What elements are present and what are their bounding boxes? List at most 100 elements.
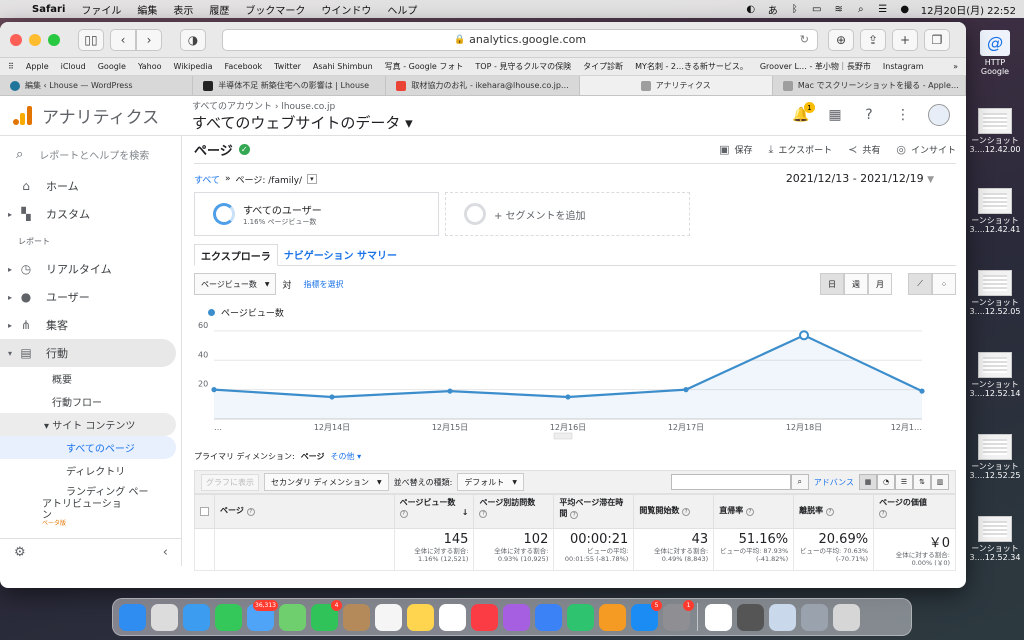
period-day-button[interactable]: 日 <box>820 273 844 295</box>
nav-directory[interactable]: ディレクトリ <box>0 459 181 482</box>
column-header[interactable]: ページビュー数? ↓ <box>393 494 475 529</box>
desktop-file[interactable]: ーンショット 3....12.52.05 <box>966 270 1024 316</box>
desktop-file[interactable]: ーンショット 3....12.52.34 <box>966 516 1024 562</box>
data-table-icon[interactable]: ▦ <box>859 474 877 490</box>
new-tab-button[interactable]: + <box>892 28 918 51</box>
share-report-button[interactable]: ≺ 共有 <box>848 143 880 156</box>
menu-file[interactable]: ファイル <box>81 2 121 17</box>
comparison-view-icon[interactable]: ⇅ <box>913 474 931 490</box>
nav-search[interactable]: ⌕ レポートとヘルプを検索 <box>0 136 181 172</box>
period-month-button[interactable]: 月 <box>868 273 892 295</box>
nav-realtime[interactable]: ▸ ◷ リアルタイム <box>0 255 181 283</box>
secondary-dimension-select[interactable]: セカンダリ ディメンション ▼ <box>264 473 389 491</box>
bookmark-item[interactable]: Twitter <box>274 62 301 71</box>
status-circle-icon[interactable]: ◐ <box>745 3 757 15</box>
system-preferences-icon[interactable]: 1 <box>663 599 694 631</box>
bookmark-item[interactable]: Groover L… - 革小物｜長野市 <box>760 61 871 72</box>
insights-button[interactable]: ◎ インサイト <box>896 143 956 156</box>
nav-acquisition[interactable]: ▸ ⋔ 集客 <box>0 311 181 339</box>
sort-type-select[interactable]: デフォルト ▼ <box>457 473 524 491</box>
input-method-icon[interactable]: あ <box>767 3 779 17</box>
pie-view-icon[interactable]: ◔ <box>877 474 895 490</box>
address-bar[interactable]: 🔒 analytics.google.com ↻ <box>222 28 818 51</box>
save-button[interactable]: ▣ 保存 <box>719 143 752 156</box>
menu-history[interactable]: 履歴 <box>209 2 229 17</box>
bookmarks-overflow-icon[interactable]: » <box>953 62 958 71</box>
column-header[interactable]: 離脱率 ? <box>793 494 875 529</box>
nav-site-content[interactable]: ▾ サイト コンテンツ <box>0 413 176 436</box>
privacy-report-button[interactable]: ◑ <box>180 28 206 51</box>
chevron-down-icon[interactable]: ▾ <box>307 174 317 184</box>
back-button[interactable]: ‹ <box>110 28 136 51</box>
bookmark-item[interactable]: Wikipedia <box>173 62 212 71</box>
desktop-file[interactable]: ーンショット 3....12.42.00 <box>966 108 1024 154</box>
image-capture-icon[interactable] <box>801 603 828 631</box>
launchpad-icon[interactable] <box>151 603 178 631</box>
pages-icon[interactable] <box>599 603 626 631</box>
bookmark-item[interactable]: Apple <box>26 62 49 71</box>
bookmark-item[interactable]: iCloud <box>61 62 86 71</box>
export-button[interactable]: ⤓ エクスポート <box>769 143 833 157</box>
menu-edit[interactable]: 編集 <box>137 2 157 17</box>
column-header[interactable]: 平均ページ滞在時間 ? <box>553 494 635 529</box>
select-all-checkbox[interactable] <box>194 494 215 529</box>
keynote-icon[interactable] <box>535 603 562 631</box>
menubar-clock[interactable]: 12月20日(月) 22:52 <box>921 2 1016 17</box>
browser-tab-active[interactable]: アナリティクス <box>579 76 773 95</box>
column-header[interactable]: ページの価値? <box>873 494 956 529</box>
help-icon[interactable]: ? <box>246 508 255 516</box>
account-avatar[interactable] <box>928 104 950 126</box>
column-header[interactable]: 閲覧開始数 ? <box>633 494 715 529</box>
preview-icon[interactable] <box>769 603 796 631</box>
column-header[interactable]: 直帰率 ? <box>713 494 795 529</box>
numbers-icon[interactable] <box>567 603 594 631</box>
trash-icon[interactable] <box>833 603 860 631</box>
nav-all-pages[interactable]: すべてのページ <box>0 436 176 459</box>
motion-chart-icon[interactable]: ⁘ <box>932 273 956 295</box>
notes-icon[interactable] <box>407 603 434 631</box>
advanced-filter-link[interactable]: アドバンス <box>814 477 854 488</box>
bluetooth-icon[interactable]: ᛒ <box>789 3 801 15</box>
sort-down-icon[interactable]: ↓ <box>462 508 469 517</box>
apps-grid-icon[interactable]: ▦ <box>826 106 844 124</box>
menu-bookmarks[interactable]: ブックマーク <box>245 2 305 17</box>
menu-view[interactable]: 表示 <box>173 2 193 17</box>
nav-custom[interactable]: ▸ ▚ カスタム <box>0 200 181 228</box>
account-selector[interactable]: すべてのアカウント › lhouse.co.jp すべてのウェブサイトのデータ … <box>192 99 413 133</box>
messages-icon[interactable] <box>215 603 242 631</box>
sidebar-toggle-button[interactable]: ▯▯ <box>78 28 104 51</box>
chrome-icon[interactable] <box>705 603 732 631</box>
line-chart-icon[interactable]: ⟋ <box>908 273 932 295</box>
tab-explorer[interactable]: エクスプローラ <box>194 244 278 266</box>
desktop-file[interactable]: ーンショット 3....12.52.14 <box>966 352 1024 398</box>
quicktime-icon[interactable] <box>737 603 764 631</box>
nav-behavior-flow[interactable]: 行動フロー <box>0 390 181 413</box>
search-input[interactable]: レポートとヘルプを検索 <box>39 147 149 162</box>
bookmarks-grid-icon[interactable]: ⠿ <box>8 62 14 71</box>
bookmark-item[interactable]: タイプ診断 <box>583 61 623 72</box>
date-range-picker[interactable]: 2021/12/13 - 2021/12/19 ▼ <box>786 172 934 185</box>
control-center-icon[interactable]: ☰ <box>877 3 889 15</box>
help-icon[interactable]: ? <box>570 511 579 519</box>
safari-icon[interactable] <box>183 603 210 631</box>
reload-icon[interactable]: ↻ <box>800 33 809 46</box>
nav-users[interactable]: ▸ ● ユーザー <box>0 283 181 311</box>
photos-icon[interactable] <box>439 603 466 631</box>
desktop-file[interactable]: @ HTTP Google <box>966 30 1024 76</box>
nav-behavior[interactable]: ▾ ▤ 行動 <box>0 339 176 367</box>
bookmark-item[interactable]: Instagram <box>883 62 924 71</box>
siri-icon[interactable]: ● <box>899 3 911 15</box>
spotlight-search-icon[interactable]: ⌕ <box>855 3 867 15</box>
app-store-icon[interactable]: 5 <box>631 599 662 631</box>
segment-all-users[interactable]: すべてのユーザー 1.16% ページビュー数 <box>194 192 439 236</box>
breadcrumb-all[interactable]: すべて <box>194 173 220 186</box>
help-icon[interactable]: ? <box>879 510 888 518</box>
search-icon[interactable]: ⌕ <box>790 474 809 490</box>
bookmark-item[interactable]: MY名刺 - 2…きる新サービス。 <box>635 61 748 72</box>
battery-icon[interactable]: ▭ <box>811 3 823 15</box>
performance-view-icon[interactable]: ☰ <box>895 474 913 490</box>
wifi-icon[interactable]: ≋ <box>833 3 845 15</box>
share-button[interactable]: ⇪ <box>860 28 886 51</box>
contacts-icon[interactable] <box>343 603 370 631</box>
browser-tab[interactable]: 編集 ‹ Lhouse — WordPress <box>0 76 194 95</box>
